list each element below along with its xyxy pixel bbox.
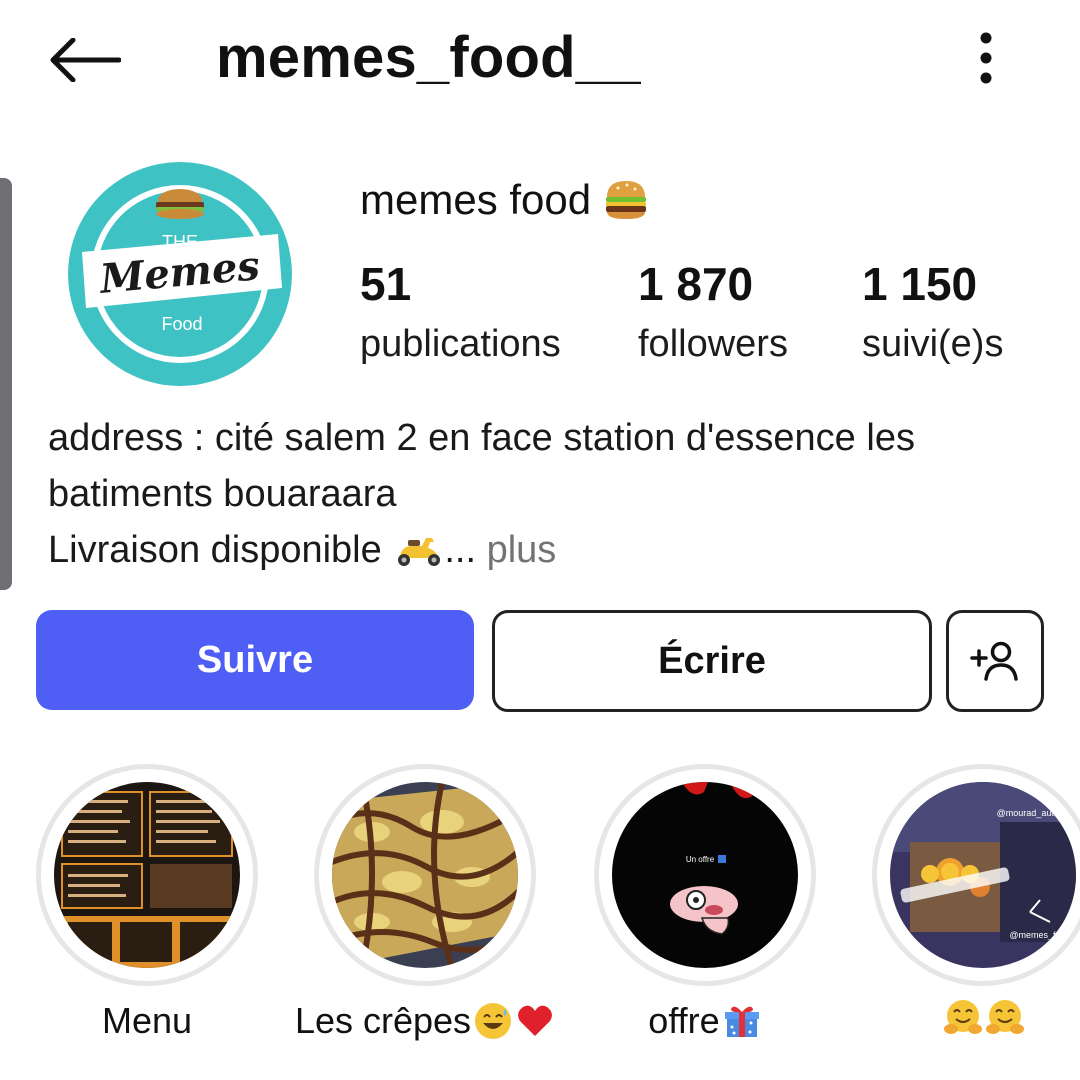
highlight-offre[interactable]: Un offre [594,764,816,986]
highlight-label-crepes: Les crêpes [280,998,570,1044]
highlight-label-menu: Menu [36,998,258,1044]
highlight-menu[interactable] [36,764,258,986]
hugging-face-icon [944,1000,982,1034]
message-button[interactable]: Écrire [492,610,932,712]
highlight-label-text: Menu [101,1000,193,1041]
profile-bio: address : cité salem 2 en face station d… [48,410,1048,578]
highlight-hugging[interactable]: @mourad_audio @memes_food [872,764,1080,986]
suggest-users-button[interactable] [946,610,1044,712]
highlight-ring [314,764,536,986]
top-app-bar: memes_food__ [0,0,1080,120]
back-button[interactable] [44,28,126,92]
svg-text:Food: Food [161,314,202,334]
highlight-label-text: Les crêpes [294,1000,472,1041]
display-name: memes food [360,176,649,224]
bio-line-3-text: Livraison disponible [48,529,393,571]
profile-avatar[interactable]: THE Memes Food [68,162,292,386]
svg-text:@memes_food: @memes_food [1009,930,1070,940]
highlight-label-text: offre [648,1000,720,1041]
followers-count: 1 870 [638,258,754,310]
following-count: 1 150 [862,258,978,310]
grinning-sweat-emoji-icon [475,1003,512,1039]
menu-thumbnail [54,782,240,968]
arrow-left-icon [50,38,121,82]
highlight-ring: @mourad_audio @memes_food [872,764,1080,986]
bio-line-3: Livraison disponible ... plus [48,522,1048,578]
hugging-face-icon [986,1000,1024,1034]
highlight-label-offre: offre [594,998,816,1044]
follow-button[interactable]: Suivre [36,610,474,710]
add-user-icon [970,641,1018,681]
hugging-thumbnail: @mourad_audio @memes_food [890,782,1076,968]
scooter-icon [398,538,441,566]
gift-icon [724,1006,759,1037]
scroll-indicator[interactable] [0,178,12,590]
bio-more-link[interactable]: plus [476,529,557,571]
username-title: memes_food__ [216,25,641,90]
publications-count: 51 [360,258,412,310]
stat-publications[interactable]: 51 publications [360,258,561,366]
svg-text:Un offre: Un offre [686,855,715,864]
more-options-button[interactable] [958,26,1014,90]
vertical-dots-icon [980,32,992,84]
following-label: suivi(e)s [862,323,1004,365]
crepes-thumbnail [332,782,518,968]
bio-ellipsis: ... [444,529,477,571]
highlight-crepes[interactable] [314,764,536,986]
burger-icon [606,181,647,219]
highlight-ring: Un offre [594,764,816,986]
highlight-ring [36,764,258,986]
followers-label: followers [638,323,788,365]
stat-following[interactable]: 1 150 suivi(e)s [862,258,1003,366]
display-name-text: memes food [360,176,592,223]
bio-line-2: batiments bouaraara [48,473,397,515]
stat-followers[interactable]: 1 870 followers [638,258,788,366]
publications-label: publications [360,323,561,365]
bio-line-1: address : cité salem 2 en face station d… [48,417,915,459]
svg-text:@mourad_audio: @mourad_audio [997,808,1064,818]
offre-thumbnail: Un offre [612,782,798,968]
red-heart-icon [518,1005,552,1036]
burger-logo-icon [156,189,204,219]
avatar-logo: THE Memes Food [68,162,292,386]
highlight-label-hugging [872,998,1080,1038]
